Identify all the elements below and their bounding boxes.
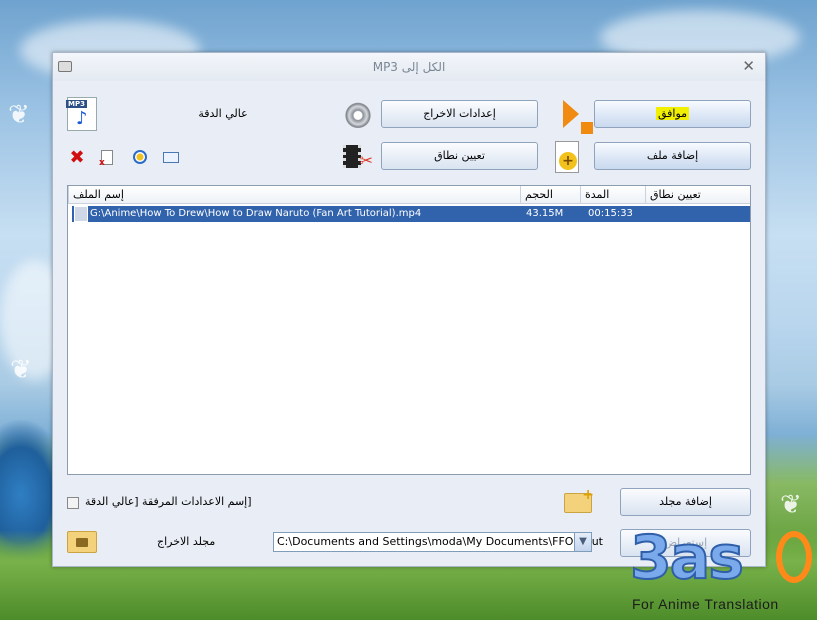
play-icon[interactable] <box>130 147 150 167</box>
scissors-icon: ✂ <box>359 151 373 170</box>
app-window: الكل إلى MP3 ✕ MP3 ♪ عالي الدقة ✖ إعدادا… <box>52 52 766 567</box>
mp3-format-icon[interactable]: MP3 ♪ <box>66 97 97 131</box>
remove-file-icon[interactable] <box>97 147 117 168</box>
butterfly-decoration: ❦ <box>8 100 30 130</box>
watermark: 3as For Anime Translation <box>629 523 817 620</box>
row-file-path: G:\Anime\How To Drew\How to Draw Naruto … <box>90 208 422 219</box>
set-range-button[interactable]: تعيين نطاق <box>381 142 538 170</box>
butterfly-decoration: ❦ <box>780 490 802 520</box>
delete-icon[interactable]: ✖ <box>67 147 87 168</box>
close-icon[interactable]: ✕ <box>742 57 755 75</box>
open-folder-icon[interactable] <box>67 531 97 553</box>
butterfly-decoration: ❦ <box>10 355 32 385</box>
attach-settings-label: [إسم الاعدادات المرفقة [عالي الدقة <box>85 495 252 508</box>
row-duration: 00:15:33 <box>588 208 633 219</box>
watermark-tagline: For Anime Translation <box>632 596 779 612</box>
watermark-ring <box>776 531 812 583</box>
add-folder-icon[interactable]: + <box>564 487 594 513</box>
add-file-button[interactable]: إضافة ملف <box>594 142 751 170</box>
output-settings-button[interactable]: إعدادات الاخراج <box>381 100 538 128</box>
attach-settings-checkbox[interactable] <box>67 497 79 509</box>
column-header-size[interactable]: الحجم <box>520 186 580 204</box>
chevron-down-icon[interactable]: ▼ <box>574 533 591 551</box>
arrow-right-icon <box>553 100 593 134</box>
plus-icon: + <box>559 152 577 170</box>
column-header-filename[interactable]: إسم الملف <box>68 186 520 204</box>
film-cut-icon[interactable]: ✂ <box>343 143 373 170</box>
output-folder-select[interactable]: C:\Documents and Settings\moda\My Docume… <box>273 532 603 552</box>
add-file-icon[interactable]: + <box>555 141 579 173</box>
mp3-tag: MP3 <box>66 100 87 108</box>
row-file-size: 43.15M <box>526 208 564 219</box>
file-list[interactable]: إسم الملف الحجم المدة تعيين نطاق G:\Anim… <box>67 185 751 475</box>
ok-button-label: موافق <box>655 107 690 120</box>
file-list-header: إسم الملف الحجم المدة تعيين نطاق <box>68 186 750 204</box>
video-file-icon <box>74 206 88 222</box>
watermark-logo: 3as <box>629 523 745 593</box>
output-settings-icon[interactable] <box>343 100 373 128</box>
add-folder-button[interactable]: إضافة مجلد <box>620 488 751 516</box>
music-note-icon: ♪ <box>76 108 88 129</box>
table-row[interactable]: G:\Anime\How To Drew\How to Draw Naruto … <box>72 206 750 222</box>
ok-button[interactable]: موافق <box>594 100 751 128</box>
quality-label: عالي الدقة <box>198 107 248 120</box>
media-info-icon[interactable] <box>161 147 181 167</box>
column-header-duration[interactable]: المدة <box>580 186 645 204</box>
column-header-range[interactable]: تعيين نطاق <box>645 186 752 204</box>
output-folder-label: مجلد الاخراج <box>157 535 216 548</box>
title-bar: الكل إلى MP3 ✕ <box>53 53 765 81</box>
output-folder-value: C:\Documents and Settings\moda\My Docume… <box>277 535 603 548</box>
film-strip <box>343 145 361 168</box>
window-title: الكل إلى MP3 <box>372 60 446 74</box>
